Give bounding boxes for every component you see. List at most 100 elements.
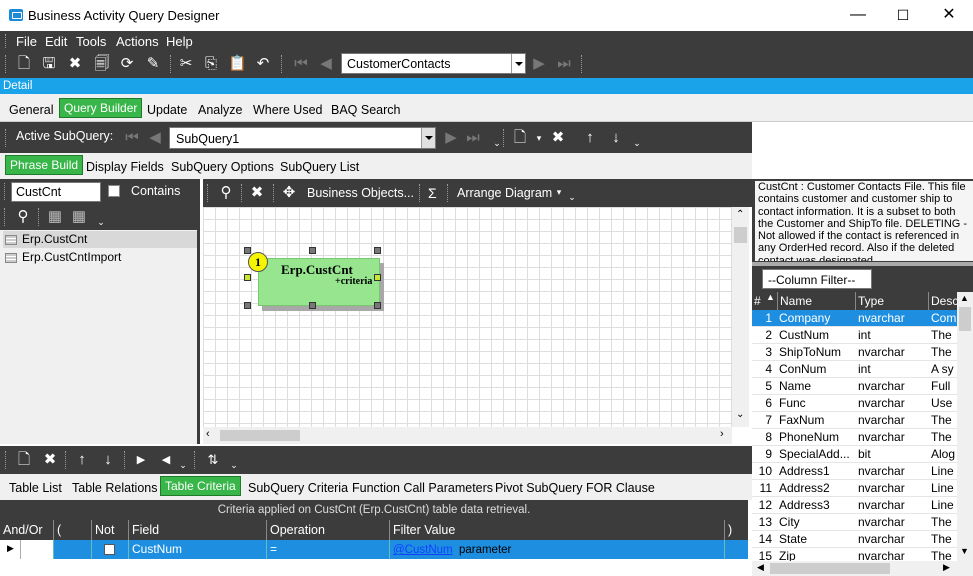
resize-handle[interactable] bbox=[244, 302, 251, 309]
parameter-link[interactable]: @CustNum bbox=[393, 544, 453, 556]
cut-icon[interactable]: ✂ bbox=[177, 55, 195, 73]
tab-function-call-parameters[interactable]: Function Call Parameters bbox=[352, 481, 493, 495]
delete-icon[interactable]: ✖ bbox=[248, 184, 266, 202]
scroll-left-icon[interactable]: ‹ bbox=[206, 428, 210, 440]
link-icon[interactable]: ⚲ bbox=[217, 184, 235, 202]
paste-icon[interactable]: 📋 bbox=[228, 55, 247, 73]
clear-icon[interactable]: 🗐 bbox=[93, 55, 111, 73]
not-checkbox[interactable] bbox=[104, 544, 115, 555]
list-item[interactable]: 2 CustNum int The bbox=[752, 327, 957, 344]
list-item[interactable]: Erp.CustCnt bbox=[3, 231, 197, 248]
delete-icon[interactable]: ✖ bbox=[41, 451, 59, 469]
grip[interactable] bbox=[4, 208, 6, 226]
chevron-down-icon[interactable] bbox=[421, 128, 435, 148]
tab-table-list[interactable]: Table List bbox=[9, 481, 62, 495]
list-item[interactable]: 3 ShipToNum nvarchar The bbox=[752, 344, 957, 361]
tab-subquery-list[interactable]: SubQuery List bbox=[280, 160, 359, 174]
tab-display-fields[interactable]: Display Fields bbox=[86, 160, 164, 174]
copy-icon[interactable]: ⎘ bbox=[202, 55, 220, 73]
grid-settings-icon[interactable]: ▦ bbox=[70, 208, 88, 226]
contains-checkbox[interactable] bbox=[108, 185, 120, 197]
operation-cell[interactable]: = bbox=[266, 540, 389, 559]
move-up-icon[interactable]: ↑ bbox=[581, 129, 599, 147]
prev-subquery-icon[interactable]: ◀ bbox=[146, 129, 164, 147]
tab-where-used[interactable]: Where Used bbox=[253, 103, 322, 117]
last-subquery-icon[interactable]: ⏭ bbox=[464, 129, 482, 147]
scroll-left-icon[interactable]: ◀ bbox=[757, 562, 764, 573]
menu-actions[interactable]: Actions bbox=[116, 34, 159, 49]
scroll-right-icon[interactable]: › bbox=[720, 428, 724, 440]
column-header[interactable]: ) bbox=[724, 520, 748, 540]
tab-phrase-build[interactable]: Phrase Build bbox=[5, 155, 84, 175]
menu-help[interactable]: Help bbox=[166, 34, 193, 49]
move-down-icon[interactable]: ↓ bbox=[607, 129, 625, 147]
list-item[interactable]: 12 Address3 nvarchar Line bbox=[752, 497, 957, 514]
grip[interactable] bbox=[4, 183, 6, 200]
sort-icon[interactable]: ⇅ bbox=[204, 451, 222, 469]
grip[interactable] bbox=[5, 34, 7, 48]
first-subquery-icon[interactable]: ⏮ bbox=[123, 129, 141, 147]
tab-pivot-subquery[interactable]: Pivot SubQuery FOR Clause bbox=[495, 481, 655, 495]
list-item[interactable]: 6 Func nvarchar Use bbox=[752, 395, 957, 412]
overflow-icon[interactable]: ⌄ bbox=[92, 213, 110, 231]
overflow-icon[interactable]: ⌄ bbox=[563, 188, 581, 206]
and-or-cell[interactable] bbox=[20, 540, 53, 559]
record-selector[interactable]: CustomerContacts bbox=[341, 53, 526, 74]
menu-tools[interactable]: Tools bbox=[76, 34, 106, 49]
query-diagram[interactable] bbox=[203, 207, 749, 427]
columns-horizontal-scrollbar[interactable]: ◀ ▶ bbox=[752, 561, 973, 576]
next-subquery-icon[interactable]: ▶ bbox=[442, 129, 460, 147]
column-header[interactable]: Field bbox=[128, 520, 266, 540]
tab-baq-search[interactable]: BAQ Search bbox=[331, 103, 400, 117]
resize-handle[interactable] bbox=[374, 274, 381, 281]
arrange-diagram-button[interactable]: Arrange Diagram bbox=[457, 186, 552, 200]
tab-update[interactable]: Update bbox=[147, 103, 187, 117]
refresh-icon[interactable]: ⟳ bbox=[118, 55, 136, 73]
list-item[interactable]: 10 Address1 nvarchar Line bbox=[752, 463, 957, 480]
column-header[interactable]: Operation bbox=[266, 520, 389, 540]
table-search-input[interactable]: CustCnt bbox=[11, 182, 101, 202]
list-item[interactable]: Erp.CustCntImport bbox=[3, 249, 197, 266]
tab-general[interactable]: General bbox=[9, 103, 53, 117]
move-down-icon[interactable]: ↓ bbox=[99, 451, 117, 469]
next-record-icon[interactable]: ▶ bbox=[530, 55, 548, 73]
new-icon[interactable]: 🗋 bbox=[15, 451, 33, 469]
chevron-down-icon[interactable] bbox=[511, 54, 525, 73]
grip[interactable] bbox=[5, 129, 7, 147]
scroll-thumb[interactable] bbox=[734, 227, 747, 243]
resize-handle[interactable] bbox=[244, 247, 251, 254]
resize-handle[interactable] bbox=[309, 247, 316, 254]
scroll-thumb[interactable] bbox=[770, 563, 890, 574]
overflow-icon[interactable]: ⌄ bbox=[628, 134, 646, 152]
scroll-thumb[interactable] bbox=[220, 430, 300, 441]
diagram-horizontal-scrollbar[interactable]: ‹ › bbox=[203, 427, 732, 444]
field-cell[interactable]: CustNum bbox=[128, 540, 266, 559]
resize-handle[interactable] bbox=[374, 302, 381, 309]
tab-table-relations[interactable]: Table Relations bbox=[72, 481, 157, 495]
tab-subquery-options[interactable]: SubQuery Options bbox=[171, 160, 274, 174]
new-icon[interactable]: 🗋 bbox=[15, 55, 33, 73]
diagram-vertical-scrollbar[interactable]: ⌃ ⌄ bbox=[732, 207, 749, 427]
column-filter-input[interactable]: --Column Filter-- bbox=[762, 269, 872, 289]
undo-icon[interactable]: ↶ bbox=[254, 55, 272, 73]
business-objects-icon[interactable]: ✥ bbox=[280, 184, 298, 202]
column-header[interactable]: Name bbox=[777, 292, 855, 310]
minimize-button[interactable]: — bbox=[846, 4, 870, 26]
column-header[interactable]: Type bbox=[855, 292, 928, 310]
list-item[interactable]: 1 Company nvarchar Com bbox=[752, 310, 957, 327]
scroll-up-icon[interactable]: ▲ bbox=[960, 293, 969, 303]
delete-subquery-icon[interactable]: ✖ bbox=[549, 129, 567, 147]
list-item[interactable]: 5 Name nvarchar Full bbox=[752, 378, 957, 395]
table-row[interactable]: ▶ CustNum = @CustNum parameter bbox=[0, 540, 748, 559]
grip[interactable] bbox=[207, 184, 209, 202]
scroll-thumb[interactable] bbox=[959, 307, 971, 331]
list-item[interactable]: 13 City nvarchar The bbox=[752, 514, 957, 531]
active-subquery-select[interactable]: SubQuery1 bbox=[169, 127, 436, 149]
resize-handle[interactable] bbox=[309, 302, 316, 309]
column-header[interactable]: Not bbox=[91, 520, 128, 540]
delete-icon[interactable]: ✖ bbox=[66, 55, 84, 73]
link-icon[interactable]: ⚲ bbox=[14, 208, 32, 226]
new-subquery-icon[interactable]: 🗋 bbox=[511, 129, 529, 147]
column-header[interactable]: Desc bbox=[928, 292, 958, 310]
grip[interactable] bbox=[5, 451, 7, 469]
